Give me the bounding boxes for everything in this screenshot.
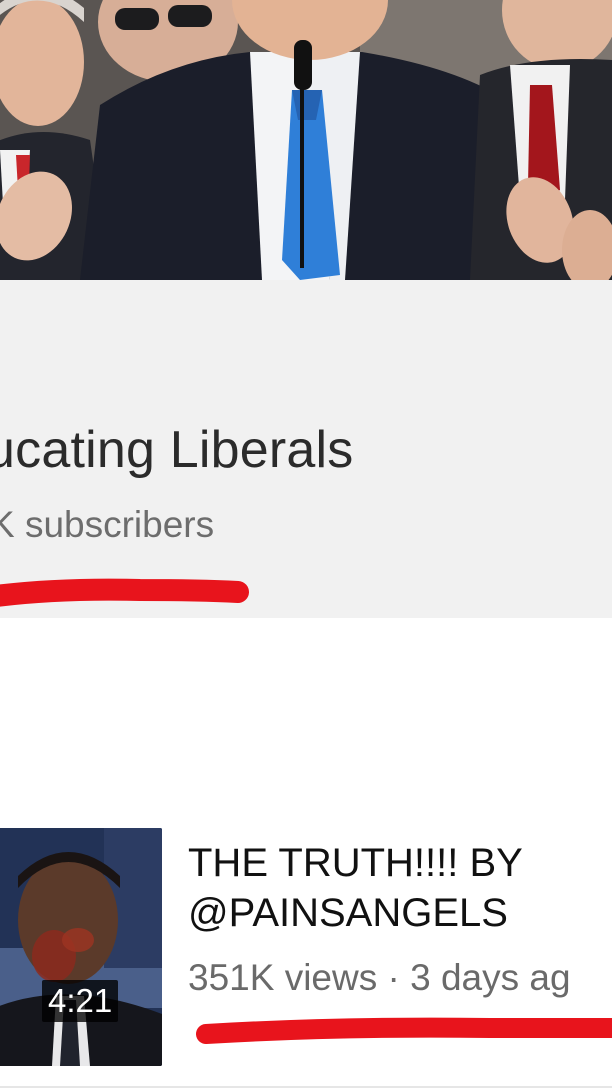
channel-name[interactable]: ucating Liberals [0, 424, 353, 476]
red-underline-annotation [196, 1017, 612, 1044]
channel-banner-image [0, 0, 612, 280]
video-list: 4:21 THE TRUTH!!!! BY @PAINSANGELS 351K … [0, 618, 612, 1088]
video-thumbnail[interactable]: 4:21 [0, 828, 162, 1066]
video-list-item[interactable]: 4:21 THE TRUTH!!!! BY @PAINSANGELS 351K … [0, 828, 612, 1068]
video-meta: 351K views · 3 days ag [188, 957, 571, 998]
subscriber-count: K subscribers [0, 504, 215, 545]
video-title[interactable]: THE TRUTH!!!! BY @PAINSANGELS [188, 838, 608, 938]
red-underline-annotation [0, 578, 249, 607]
video-duration: 4:21 [42, 980, 119, 1022]
screen: ucating Liberals K subscribers 4:21 THE … [0, 0, 612, 1088]
